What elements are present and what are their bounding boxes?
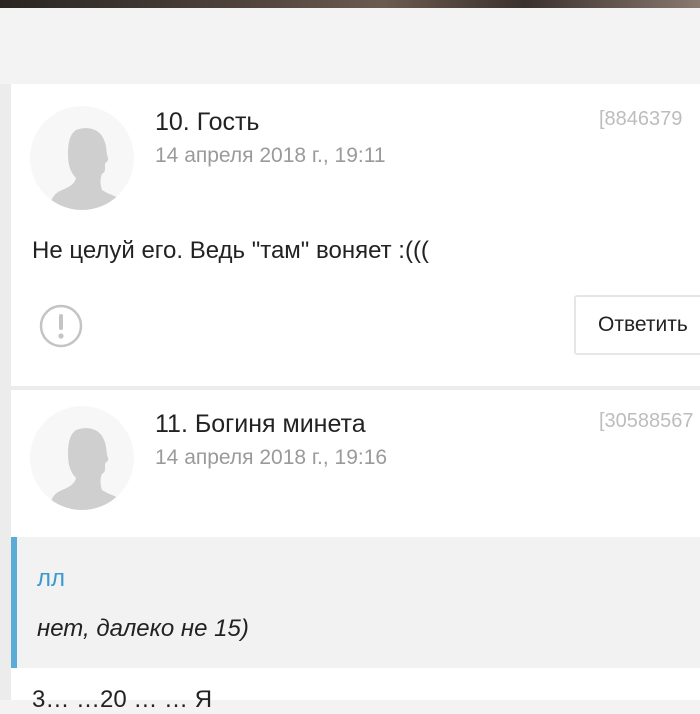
exclamation-circle-icon[interactable] xyxy=(39,304,83,348)
comment-id: [30588567 xyxy=(599,410,694,432)
comment-text-partial: 3… …20 … … Я xyxy=(32,686,213,713)
comment-author[interactable]: 11. Богиня минета xyxy=(155,410,366,439)
left-edge xyxy=(0,84,11,700)
reply-button[interactable]: Ответить xyxy=(574,295,700,355)
comment-text: Не целуй его. Ведь "там" воняет :((( xyxy=(32,237,429,264)
comment-date: 14 апреля 2018 г., 19:16 xyxy=(155,446,388,469)
comment-author[interactable]: 10. Гость xyxy=(155,108,259,137)
quote-text: нет, далеко не 15) xyxy=(37,615,249,642)
top-image-strip xyxy=(0,0,700,8)
quote-author[interactable]: лл xyxy=(37,565,65,593)
comment-card: 10. Гость 14 апреля 2018 г., 19:11 [8846… xyxy=(11,84,700,386)
header-spacer xyxy=(0,8,700,84)
comment-date: 14 апреля 2018 г., 19:11 xyxy=(155,144,386,167)
default-user-silhouette-icon xyxy=(50,428,122,510)
avatar[interactable] xyxy=(30,406,134,510)
default-user-silhouette-icon xyxy=(50,128,122,210)
quote-accent-bar xyxy=(11,537,17,668)
quote-block: лл нет, далеко не 15) xyxy=(11,537,700,668)
comment-id: [8846379 xyxy=(599,108,683,130)
comment-card: 11. Богиня минета 14 апреля 2018 г., 19:… xyxy=(11,390,700,713)
avatar[interactable] xyxy=(30,106,134,210)
